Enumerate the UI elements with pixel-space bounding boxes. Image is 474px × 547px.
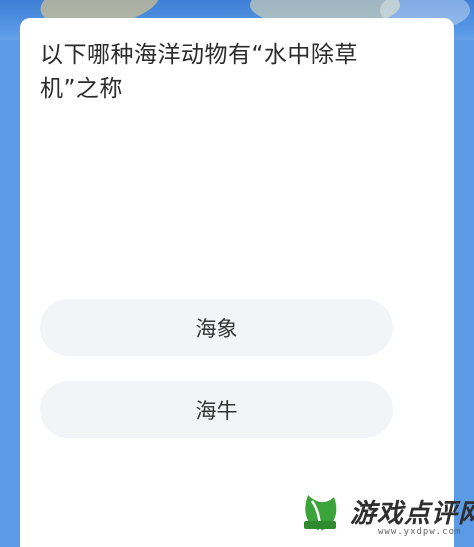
answer-option-1[interactable]: 海象 (40, 299, 393, 356)
question-text: 以下哪种海洋动物有“水中除草机”之称 (40, 42, 358, 102)
watermark-brand: 游戏点评网 (350, 499, 474, 529)
watermark: 游戏点评网 www.yxdpw.com (296, 485, 474, 543)
watermark-url: www.yxdpw.com (378, 527, 462, 537)
leaf-logo-icon (304, 495, 337, 532)
answer-option-2[interactable]: 海牛 (40, 381, 393, 438)
